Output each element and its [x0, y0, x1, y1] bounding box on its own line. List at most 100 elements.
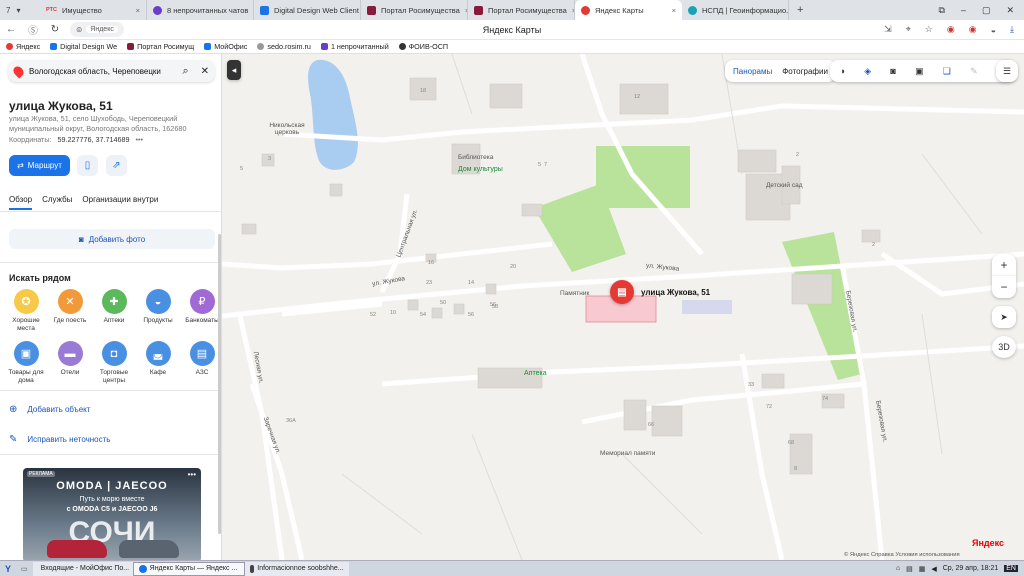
zoom-out-button[interactable]: − [992, 276, 1016, 298]
bookmark-item[interactable]: Яндекс [6, 42, 40, 51]
map-label-monument[interactable]: Памятник [560, 290, 589, 297]
location-icon[interactable]: ⌖ [906, 24, 911, 35]
nearby-category[interactable]: ▤ АЗС [180, 341, 221, 385]
tab-chats[interactable]: 8 непрочитанных чатов× [147, 0, 254, 20]
reload-button[interactable]: ↻ [44, 24, 66, 35]
3d-button[interactable]: 3D [992, 336, 1016, 358]
selected-place-marker[interactable]: ▤ [610, 280, 634, 304]
bookmark-item[interactable]: Портал Росимущ [127, 42, 194, 51]
clock[interactable]: Ср, 29 апр, 18:21 [943, 565, 999, 572]
panoramas-button[interactable]: Панорамы [733, 67, 772, 76]
tab-nspd[interactable]: НСПД | Геоинформацио...× [682, 0, 789, 20]
tray-icon[interactable]: ▤ [906, 565, 913, 573]
close-icon[interactable]: × [136, 6, 140, 15]
network-icon[interactable]: ▦ [919, 565, 926, 573]
search-box[interactable]: Вологодская область, Череповецки ⌕ ✕ [8, 60, 215, 82]
clear-search-icon[interactable]: ✕ [201, 66, 209, 77]
nearby-category[interactable]: ◘ Торговые центры [92, 341, 136, 385]
minimize-button[interactable]: – [961, 5, 966, 16]
back-button[interactable]: ← [0, 24, 22, 35]
tray-icon[interactable]: ⌂ [896, 565, 900, 572]
nearby-category[interactable]: ₽ Банкоматы [180, 289, 221, 333]
extension-shield-icon[interactable]: ◉ [947, 24, 955, 35]
menu-button[interactable]: ☰ [996, 60, 1018, 82]
map-copyright[interactable]: © Яндекс Справка Условия использования [844, 552, 960, 558]
nearby-category[interactable]: ◛ Кафе [136, 341, 180, 385]
volume-icon[interactable]: ◀ [931, 565, 936, 573]
ad-menu-icon[interactable]: ••• [188, 470, 196, 479]
nearby-category[interactable]: ✕ Где поесть [48, 289, 92, 333]
bookmark-item[interactable]: Digital Design We [50, 42, 117, 51]
map-layers-icon[interactable]: ◈ [864, 66, 871, 77]
camera-icon[interactable]: ◙ [890, 66, 895, 76]
install-app-icon[interactable]: ⇲ [884, 24, 892, 35]
search-icon[interactable]: ⌕ [182, 65, 188, 78]
transit-icon[interactable]: ▣ [915, 66, 924, 77]
sidebar-scrollbar[interactable] [218, 234, 221, 534]
tab-yandex-maps[interactable]: Яндекс Карты × [575, 0, 682, 20]
taskbar-app[interactable]: Informacionnoe soobshhe... [244, 561, 349, 576]
url-field[interactable]: ⊜ Яндекс [70, 22, 124, 37]
tab-services[interactable]: Службы [42, 195, 72, 210]
nearby-category[interactable]: ▣ Товары для дома [4, 341, 48, 385]
tab-organizations[interactable]: Организации внутри [82, 195, 158, 210]
bookmark-item[interactable]: 1 непрочитанный [320, 42, 389, 51]
extension-cap-icon[interactable]: ◒ [991, 25, 996, 35]
zoom-in-button[interactable]: + [992, 254, 1016, 276]
map-label-memorial[interactable]: Мемориал памяти [600, 450, 655, 457]
traffic-icon[interactable]: ◑ [840, 66, 845, 76]
bookmark-item[interactable]: МойОфис [204, 42, 247, 51]
fix-error-link[interactable]: ✎ Исправить неточность [9, 434, 110, 445]
nearby-category[interactable]: ✚ Аптеки [92, 289, 136, 333]
start-button[interactable]: Y [0, 562, 16, 576]
advertisement-banner[interactable]: РЕКЛАМА ••• OMODA | JAECOO Путь к морю в… [23, 468, 201, 560]
nearby-category[interactable]: ✪ Хорошие места [4, 289, 48, 333]
map-label-church[interactable]: Никольская церковь [262, 122, 312, 136]
my-location-button[interactable]: ➤ [992, 306, 1016, 328]
bookmark-label: Портал Росимущ [137, 42, 195, 51]
language-indicator[interactable]: EN [1004, 565, 1018, 572]
yandex-logo[interactable]: Яндекс [972, 538, 1004, 548]
close-icon[interactable]: × [672, 6, 676, 15]
bookmark-button[interactable]: ▯ [77, 155, 98, 176]
tab-rosim-1[interactable]: Портал Росимущества× [361, 0, 468, 20]
share-button[interactable]: ⇗ [106, 155, 127, 176]
maximize-button[interactable]: ▢ [982, 5, 991, 16]
map-label-library[interactable]: Библиотека [458, 154, 493, 161]
more-icon[interactable]: ••• [135, 135, 143, 144]
tab-list-icon[interactable]: ▾ [16, 6, 20, 15]
layers-icon[interactable]: ❏ [943, 66, 951, 77]
map-label-kindergarten[interactable]: Детский сад [766, 182, 803, 189]
new-tab-button[interactable]: + [789, 4, 811, 16]
bookmark-star-icon[interactable]: ☆ [925, 24, 933, 35]
taskbar-app[interactable]: Яндекс Карты — Яндекс ... [132, 561, 245, 576]
nearby-category[interactable]: ▬ Отели [48, 341, 92, 385]
add-photo-button[interactable]: ◙ Добавить фото [9, 229, 215, 249]
files-icon[interactable]: ▭ [16, 562, 33, 576]
yandex-home-icon[interactable]: Ⓢ [22, 22, 44, 37]
photos-button[interactable]: Фотографии [782, 67, 828, 76]
map-view[interactable]: ◂ Панорамы Фотографии ◑ ◈ ◙ ▣ ❏ ✎ ••• ☰ … [222, 54, 1024, 560]
tab-overview[interactable]: Обзор [9, 195, 33, 210]
bookmark-item[interactable]: ФОИВ-ОСП [398, 42, 448, 51]
route-button[interactable]: ⇄ Маршрут [9, 155, 70, 176]
close-window-button[interactable]: ✕ [1006, 5, 1014, 16]
bookmark-item[interactable]: sedo.rosim.ru [257, 42, 311, 51]
search-input[interactable]: Вологодская область, Череповецки [29, 67, 176, 76]
add-object-link[interactable]: ⊕ Добавить объект [9, 404, 90, 415]
map-label-pharmacy[interactable]: Аптека [524, 370, 547, 377]
ruler-icon[interactable]: ✎ [970, 66, 978, 77]
coords-value[interactable]: 59.227776, 37.714689 [58, 135, 130, 144]
nearby-category[interactable]: ◒ Продукты [136, 289, 180, 333]
tab-rosim-2[interactable]: Портал Росимущества× [468, 0, 575, 20]
download-icon[interactable]: ⤓ [1010, 24, 1014, 35]
selected-place-label[interactable]: улица Жукова, 51 [641, 288, 710, 297]
tab-digital-design[interactable]: Digital Design Web Client× [254, 0, 361, 20]
tab-imushchestvo[interactable]: РТС Имущество × [40, 0, 147, 20]
map-label-culture-house[interactable]: Дом культуры [458, 166, 503, 173]
taskbar-app[interactable]: Входящие - МойОфис По... [32, 561, 133, 576]
collapse-sidebar-button[interactable]: ◂ [227, 60, 241, 80]
extension-icon[interactable]: ◉ [969, 24, 977, 35]
tab-search-icon[interactable]: ⧉ [938, 5, 944, 16]
profile-icon[interactable]: 7 [6, 6, 10, 15]
